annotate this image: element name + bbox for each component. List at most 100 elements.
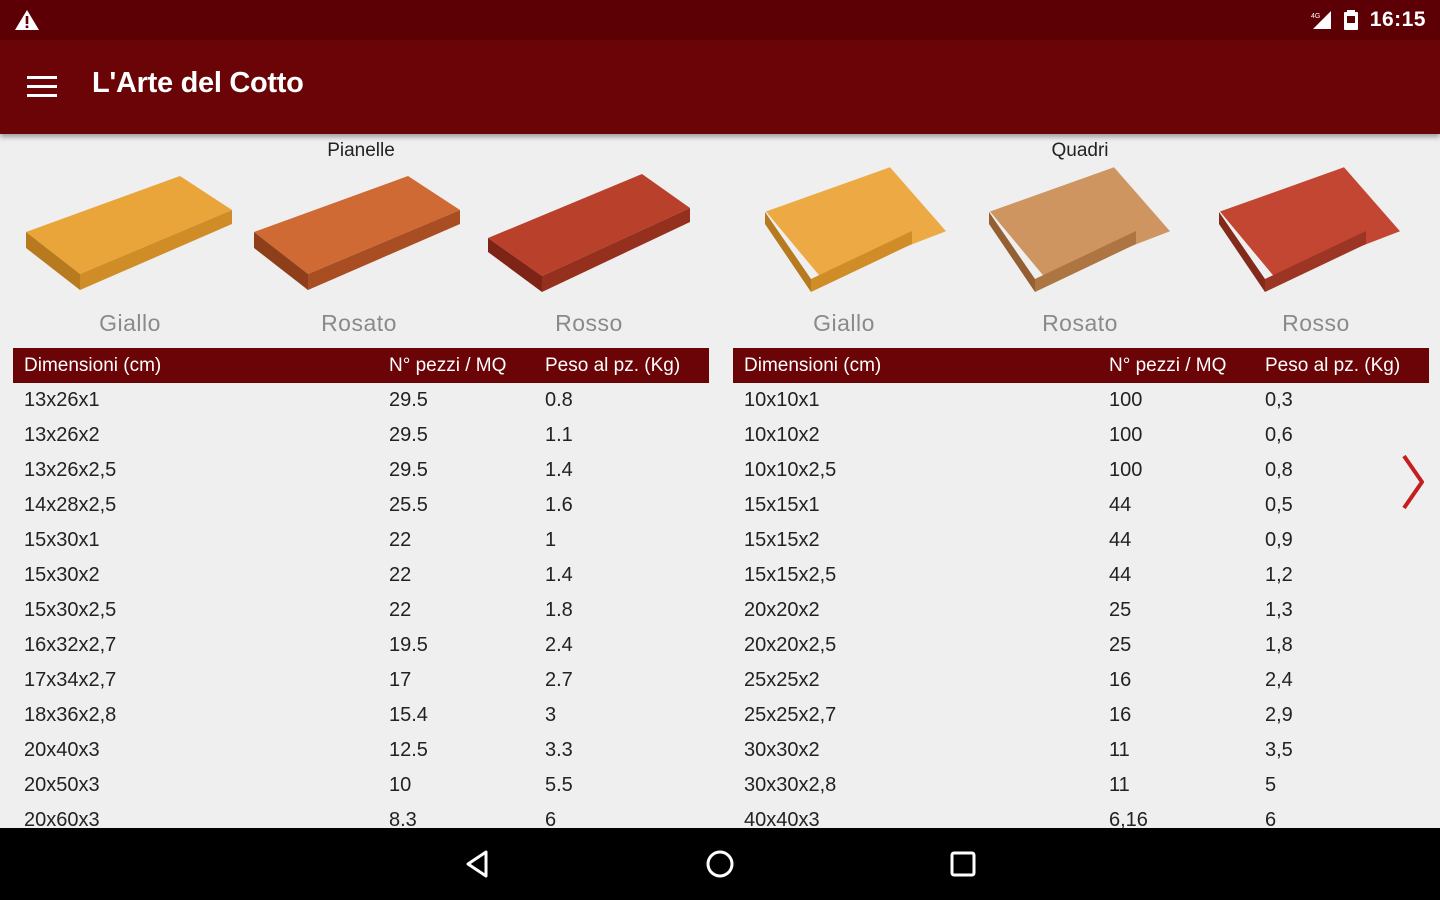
table-row: 20x60x3 8.3 6: [13, 803, 709, 828]
cell-weight: 6: [545, 809, 557, 828]
table-header: Dimensioni (cm) N° pezzi / MQ Peso al pz…: [733, 348, 1429, 383]
cell-pieces: 6,16: [1109, 809, 1148, 828]
cell-weight: 1,2: [1265, 564, 1293, 586]
table-row: 16x32x2,7 19.5 2.4: [13, 628, 709, 663]
status-icons: 4G 16:15: [1310, 0, 1426, 40]
cell-pieces: 100: [1109, 424, 1143, 446]
column-header-pieces: N° pezzi / MQ: [389, 355, 507, 376]
cell-weight: 0,8: [1265, 459, 1293, 481]
cell-pieces: 15.4: [389, 704, 428, 726]
cell-dimensions: 25x25x2,7: [744, 704, 837, 726]
cell-weight: 0,5: [1265, 494, 1293, 516]
cell-weight: 3: [545, 704, 557, 726]
back-icon[interactable]: [458, 844, 498, 884]
cell-pieces: 22: [389, 599, 412, 621]
column-header-dimensions: Dimensioni (cm): [744, 355, 882, 376]
cell-weight: 1,8: [1265, 634, 1293, 656]
cell-dimensions: 13x26x2,5: [24, 459, 117, 481]
table-quadri: Dimensioni (cm) N° pezzi / MQ Peso al pz…: [733, 348, 1429, 828]
table-row: 25x25x2 16 2,4: [733, 663, 1429, 698]
chevron-right-icon[interactable]: [1396, 452, 1432, 512]
cell-dimensions: 17x34x2,7: [24, 669, 117, 691]
cell-weight: 2,4: [1265, 669, 1293, 691]
cell-weight: 1.6: [545, 494, 573, 516]
cell-dimensions: 20x20x2: [744, 599, 820, 621]
cell-dimensions: 13x26x1: [24, 389, 100, 411]
cell-dimensions: 20x60x3: [24, 809, 100, 828]
navigation-bar: [0, 828, 1440, 900]
cell-dimensions: 15x15x2: [744, 529, 820, 551]
column-header-dimensions: Dimensioni (cm): [24, 355, 162, 376]
cell-pieces: 16: [1109, 704, 1132, 726]
cell-dimensions: 40x40x3: [744, 809, 820, 828]
cell-pieces: 22: [389, 529, 412, 551]
table-row: 20x50x3 10 5.5: [13, 768, 709, 803]
cell-pieces: 11: [1109, 739, 1130, 761]
cell-dimensions: 20x50x3: [24, 774, 100, 796]
table-body: 10x10x1 100 0,3 10x10x2 100 0,6 10x10x2,5 100 0,…: [733, 383, 1429, 828]
cell-weight: 1.1: [545, 424, 573, 446]
table-row: 18x36x2,8 15.4 3: [13, 698, 709, 733]
tile-name-quadri-rosato: Rosato: [1042, 310, 1118, 336]
cell-dimensions: 10x10x2,5: [744, 459, 837, 481]
table-row: 15x30x2 22 1.4: [13, 558, 709, 593]
cell-pieces: 8.3: [389, 809, 417, 828]
recents-icon[interactable]: [943, 844, 983, 884]
cell-pieces: 29.5: [389, 424, 428, 446]
cell-weight: 1: [545, 529, 557, 551]
cell-dimensions: 25x25x2: [744, 669, 820, 691]
cell-pieces: 29.5: [389, 389, 428, 411]
cell-dimensions: 30x30x2: [744, 739, 820, 761]
table-row: 13x26x2,5 29.5 1.4: [13, 453, 709, 488]
cell-pieces: 22: [389, 564, 412, 586]
table-row: 25x25x2,7 16 2,9: [733, 698, 1429, 733]
cell-weight: 1.4: [545, 564, 573, 586]
table-row: 30x30x2,8 11 5: [733, 768, 1429, 803]
cell-dimensions: 30x30x2,8: [744, 774, 837, 796]
cell-weight: 1,3: [1265, 599, 1293, 621]
cell-dimensions: 13x26x2: [24, 424, 100, 446]
home-icon[interactable]: [700, 844, 740, 884]
table-row: 10x10x1 100 0,3: [733, 383, 1429, 418]
table-row: 20x40x3 12.5 3.3: [13, 733, 709, 768]
warning-icon: [15, 10, 39, 30]
table-row: 15x30x2,5 22 1.8: [13, 593, 709, 628]
battery-icon: [1343, 10, 1358, 30]
cell-pieces: 44: [1109, 529, 1132, 551]
cell-pieces: 44: [1109, 494, 1132, 516]
cell-weight: 6: [1265, 809, 1277, 828]
product-content[interactable]: Pianelle Giallo Rosato Rosso Dimensioni …: [0, 134, 1440, 828]
app-bar: L'Arte del Cotto: [0, 40, 1440, 134]
cell-pieces: 25: [1109, 634, 1132, 656]
cell-dimensions: 10x10x1: [744, 389, 820, 411]
cell-weight: 2,9: [1265, 704, 1293, 726]
column-header-weight: Peso al pz. (Kg): [1265, 355, 1401, 376]
cell-dimensions: 15x30x2,5: [24, 599, 117, 621]
cell-weight: 0,6: [1265, 424, 1293, 446]
tile-image-pianelle-rosso: [482, 164, 702, 334]
signal-icon: 4G: [1311, 11, 1331, 29]
cell-dimensions: 15x15x2,5: [744, 564, 837, 586]
cell-dimensions: 15x15x1: [744, 494, 820, 516]
cell-pieces: 100: [1109, 459, 1143, 481]
cell-dimensions: 14x28x2,5: [24, 494, 117, 516]
table-row: 14x28x2,5 25.5 1.6: [13, 488, 709, 523]
table-row: 10x10x2 100 0,6: [733, 418, 1429, 453]
table-row: 30x30x2 11 3,5: [733, 733, 1429, 768]
hamburger-menu-icon[interactable]: [18, 67, 66, 107]
table-pianelle: Dimensioni (cm) N° pezzi / MQ Peso al pz…: [13, 348, 709, 828]
column-header-weight: Peso al pz. (Kg): [545, 355, 681, 376]
table-row: 15x30x1 22 1: [13, 523, 709, 558]
cell-weight: 0,3: [1265, 389, 1293, 411]
table-row: 20x20x2 25 1,3: [733, 593, 1429, 628]
cell-dimensions: 10x10x2: [744, 424, 820, 446]
cell-weight: 0,9: [1265, 529, 1293, 551]
cell-dimensions: 20x20x2,5: [744, 634, 837, 656]
tile-image-pianelle-rosato: [250, 164, 470, 334]
tile-name-pianelle-rosso: Rosso: [555, 310, 623, 336]
table-body: 13x26x1 29.5 0.8 13x26x2 29.5 1.1 13x26x2,5 29.…: [13, 383, 709, 828]
table-header: Dimensioni (cm) N° pezzi / MQ Peso al pz…: [13, 348, 709, 383]
table-row: 20x20x2,5 25 1,8: [733, 628, 1429, 663]
cell-dimensions: 16x32x2,7: [24, 634, 117, 656]
cell-weight: 2.4: [545, 634, 573, 656]
